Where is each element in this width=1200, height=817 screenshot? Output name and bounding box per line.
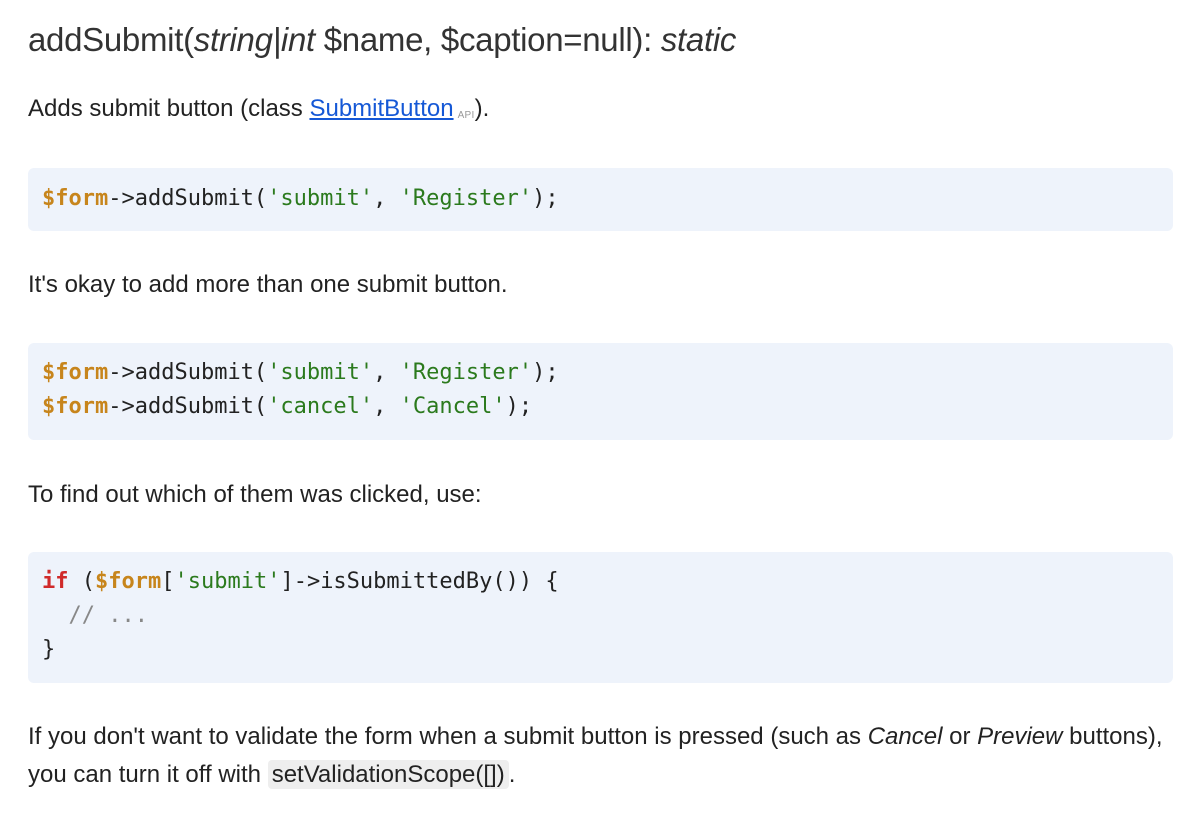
code-method-call: ->addSubmit(: [108, 394, 268, 419]
documentation-page: addSubmit(string|int $name, $caption=nul…: [0, 0, 1200, 817]
code-string: 'cancel': [267, 394, 374, 419]
code-string: 'Register': [399, 186, 533, 211]
method-params: $name, $caption=null):: [314, 21, 661, 58]
code-block-two-submits: $form->addSubmit('submit', 'Register'); …: [28, 343, 1173, 440]
validation-scope-paragraph: If you don't want to validate the form w…: [28, 718, 1173, 794]
code-string: 'submit': [267, 186, 374, 211]
api-badge[interactable]: API: [458, 110, 475, 121]
code-block-single-submit: $form->addSubmit('submit', 'Register');: [28, 168, 1173, 231]
code-method-call: ]->isSubmittedBy()) {: [280, 569, 559, 594]
code-end: );: [532, 186, 559, 211]
code-separator: ,: [373, 186, 400, 211]
inline-code: setValidationScope([]): [267, 760, 509, 789]
code-variable: $form: [42, 186, 109, 211]
paragraph-text-end: .: [508, 761, 516, 788]
multiple-submit-paragraph: It's okay to add more than one submit bu…: [28, 271, 508, 298]
code-method-call: ->addSubmit(: [108, 186, 268, 211]
code-separator: ,: [373, 360, 400, 385]
code-string: 'Cancel': [399, 394, 506, 419]
code-end: );: [505, 394, 533, 419]
code-keyword: if: [42, 569, 69, 594]
code-string: 'submit': [174, 569, 281, 594]
paragraph-text: If you don't want to validate the form w…: [28, 723, 868, 750]
param-type: string|int: [193, 21, 315, 58]
code-end: );: [532, 360, 559, 385]
code-variable: $form: [95, 569, 162, 594]
emphasis-cancel: Cancel: [867, 723, 943, 750]
code-string: 'submit': [267, 360, 374, 385]
method-signature-heading: addSubmit(string|int $name, $caption=nul…: [28, 0, 1172, 72]
return-type: static: [660, 21, 737, 58]
intro-text: Adds submit button (class: [28, 95, 310, 122]
code-bracket: [: [161, 569, 175, 594]
method-name: addSubmit(: [28, 21, 194, 58]
code-variable: $form: [42, 360, 109, 385]
code-comment: // ...: [42, 603, 148, 628]
paragraph-text: or: [942, 723, 978, 750]
code-string: 'Register': [399, 360, 533, 385]
code-close-brace: }: [42, 637, 56, 662]
emphasis-preview: Preview: [977, 723, 1063, 750]
code-paren: (: [68, 569, 95, 594]
code-separator: ,: [373, 394, 400, 419]
code-variable: $form: [42, 394, 109, 419]
intro-paragraph: Adds submit button (class SubmitButton AP…: [28, 90, 489, 135]
which-clicked-paragraph: To find out which of them was clicked, u…: [28, 481, 482, 508]
submitbutton-link[interactable]: SubmitButton: [309, 95, 453, 122]
code-method-call: ->addSubmit(: [108, 360, 268, 385]
code-block-is-submitted-by: if ($form['submit']->isSubmittedBy()) { …: [28, 552, 1173, 683]
intro-text-end: ).: [474, 95, 490, 122]
